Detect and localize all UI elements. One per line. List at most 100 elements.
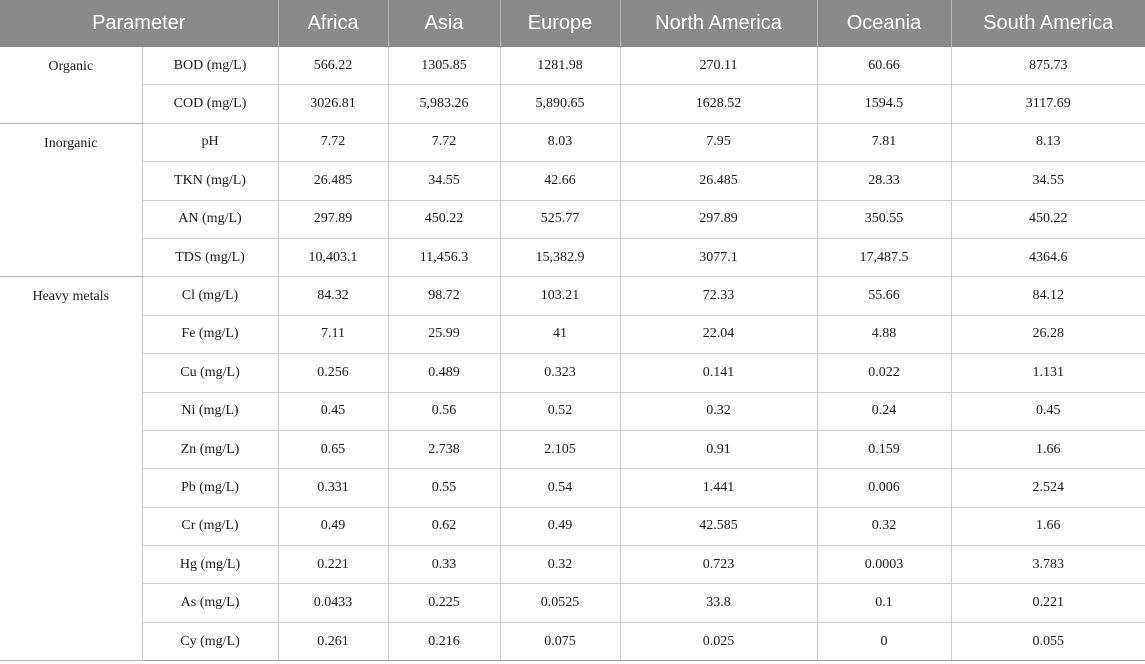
value-cell: 1305.85	[387, 47, 500, 86]
value-cell: 1281.98	[499, 47, 620, 86]
value-cell: 4364.6	[950, 238, 1145, 278]
value-cell: 525.77	[499, 200, 620, 239]
value-cell: 0.52	[499, 392, 620, 431]
group-label: Organic	[0, 47, 142, 124]
header-oceania: Oceania	[816, 0, 951, 47]
parameter-cell: pH	[141, 123, 278, 163]
value-cell: 1.131	[950, 353, 1145, 393]
value-cell: 0.54	[499, 468, 620, 508]
group-label: Heavy metals	[0, 276, 142, 662]
value-cell: 0.723	[619, 545, 817, 585]
value-cell: 1.441	[619, 468, 817, 508]
parameter-cell: As (mg/L)	[141, 583, 278, 623]
table-row: Heavy metals Cl (mg/L) 84.32 98.72 103.21 72.…	[0, 276, 1145, 662]
value-cell: 0.323	[499, 353, 620, 393]
table-row: Cy (mg/L) 0.261 0.216 0.075 0.025 0 0.055	[0, 622, 1145, 662]
parameter-cell: Ni (mg/L)	[141, 392, 278, 431]
value-cell: 0.055	[950, 622, 1145, 662]
value-cell: 0.1	[816, 583, 951, 623]
value-cell: 15,382.9	[499, 238, 620, 278]
parameter-cell: TDS (mg/L)	[141, 238, 278, 278]
value-cell: 0.221	[277, 545, 388, 585]
table-row: Hg (mg/L) 0.221 0.33 0.32 0.723 0.0003 3.783	[0, 545, 1145, 585]
header-asia: Asia	[387, 0, 500, 47]
value-cell: 0.075	[499, 622, 620, 662]
value-cell: 350.55	[816, 200, 951, 239]
value-cell: 55.66	[816, 276, 951, 316]
parameter-cell: Cl (mg/L)	[141, 276, 278, 316]
value-cell: 84.32	[277, 276, 388, 316]
value-cell: 1.66	[950, 430, 1145, 470]
table-row: Zn (mg/L) 0.65 2.738 2.105 0.91 0.159 1.66	[0, 430, 1145, 470]
header-north-america: North America	[619, 0, 817, 47]
value-cell: 0.33	[387, 545, 500, 585]
value-cell: 2.105	[499, 430, 620, 470]
table-row: Ni (mg/L) 0.45 0.56 0.52 0.32 0.24 0.45	[0, 392, 1145, 431]
value-cell: 22.04	[619, 315, 817, 355]
value-cell: 26.485	[619, 161, 817, 201]
value-cell: 0.45	[277, 392, 388, 431]
value-cell: 297.89	[619, 200, 817, 239]
value-cell: 7.11	[277, 315, 388, 355]
value-cell: 8.13	[950, 123, 1145, 163]
parameter-cell: Hg (mg/L)	[141, 545, 278, 585]
parameter-cell: Zn (mg/L)	[141, 430, 278, 470]
value-cell: 5,890.65	[499, 84, 620, 124]
value-cell: 0.49	[499, 507, 620, 547]
value-cell: 2.738	[387, 430, 500, 470]
data-table: Parameter Africa Asia Europe North Ameri…	[0, 0, 1145, 662]
parameter-cell: AN (mg/L)	[141, 200, 278, 239]
parameter-cell: TKN (mg/L)	[141, 161, 278, 201]
value-cell: 0.489	[387, 353, 500, 393]
value-cell: 7.72	[387, 123, 500, 163]
value-cell: 0.141	[619, 353, 817, 393]
value-cell: 0.32	[499, 545, 620, 585]
value-cell: 42.585	[619, 507, 817, 547]
value-cell: 0	[816, 622, 951, 662]
value-cell: 0.331	[277, 468, 388, 508]
value-cell: 297.89	[277, 200, 388, 239]
value-cell: 1.66	[950, 507, 1145, 547]
table-row: Cu (mg/L) 0.256 0.489 0.323 0.141 0.022 1.131	[0, 353, 1145, 393]
value-cell: 34.55	[950, 161, 1145, 201]
value-cell: 0.216	[387, 622, 500, 662]
table-row: Organic BOD (mg/L) 566.22 1305.85 1281.98 270…	[0, 47, 1145, 124]
value-cell: 3.783	[950, 545, 1145, 585]
value-cell: 7.81	[816, 123, 951, 163]
parameter-cell: COD (mg/L)	[141, 84, 278, 124]
value-cell: 0.022	[816, 353, 951, 393]
value-cell: 0.0003	[816, 545, 951, 585]
value-cell: 84.12	[950, 276, 1145, 316]
table-row: As (mg/L) 0.0433 0.225 0.0525 33.8 0.1 0.221	[0, 583, 1145, 623]
value-cell: 33.8	[619, 583, 817, 623]
value-cell: 7.95	[619, 123, 817, 163]
value-cell: 8.03	[499, 123, 620, 163]
value-cell: 41	[499, 315, 620, 355]
table-row: COD (mg/L) 3026.81 5,983.26 5,890.65 1628.52…	[0, 84, 1145, 124]
value-cell: 0.225	[387, 583, 500, 623]
value-cell: 2.524	[950, 468, 1145, 508]
value-cell: 7.72	[277, 123, 388, 163]
value-cell: 60.66	[816, 47, 951, 86]
value-cell: 5,983.26	[387, 84, 500, 124]
value-cell: 3077.1	[619, 238, 817, 278]
value-cell: 0.56	[387, 392, 500, 431]
value-cell: 450.22	[950, 200, 1145, 239]
header-row: Parameter Africa Asia Europe North Ameri…	[0, 0, 1145, 47]
value-cell: 1628.52	[619, 84, 817, 124]
table-row: Pb (mg/L) 0.331 0.55 0.54 1.441 0.006 2.524	[0, 468, 1145, 508]
value-cell: 17,487.5	[816, 238, 951, 278]
table-row: Cr (mg/L) 0.49 0.62 0.49 42.585 0.32 1.66	[0, 507, 1145, 547]
value-cell: 0.256	[277, 353, 388, 393]
value-cell: 25.99	[387, 315, 500, 355]
header-africa: Africa	[277, 0, 388, 47]
parameter-cell: Cu (mg/L)	[141, 353, 278, 393]
table-row: Fe (mg/L) 7.11 25.99 41 22.04 4.88 26.28	[0, 315, 1145, 355]
value-cell: 566.22	[277, 47, 388, 86]
header-parameter: Parameter	[0, 0, 278, 47]
value-cell: 0.159	[816, 430, 951, 470]
value-cell: 0.261	[277, 622, 388, 662]
table-body: Organic BOD (mg/L) 566.22 1305.85 1281.98 270…	[0, 47, 1145, 662]
table-row: AN (mg/L) 297.89 450.22 525.77 297.89 350.55 4…	[0, 200, 1145, 239]
parameter-cell: Cy (mg/L)	[141, 622, 278, 662]
